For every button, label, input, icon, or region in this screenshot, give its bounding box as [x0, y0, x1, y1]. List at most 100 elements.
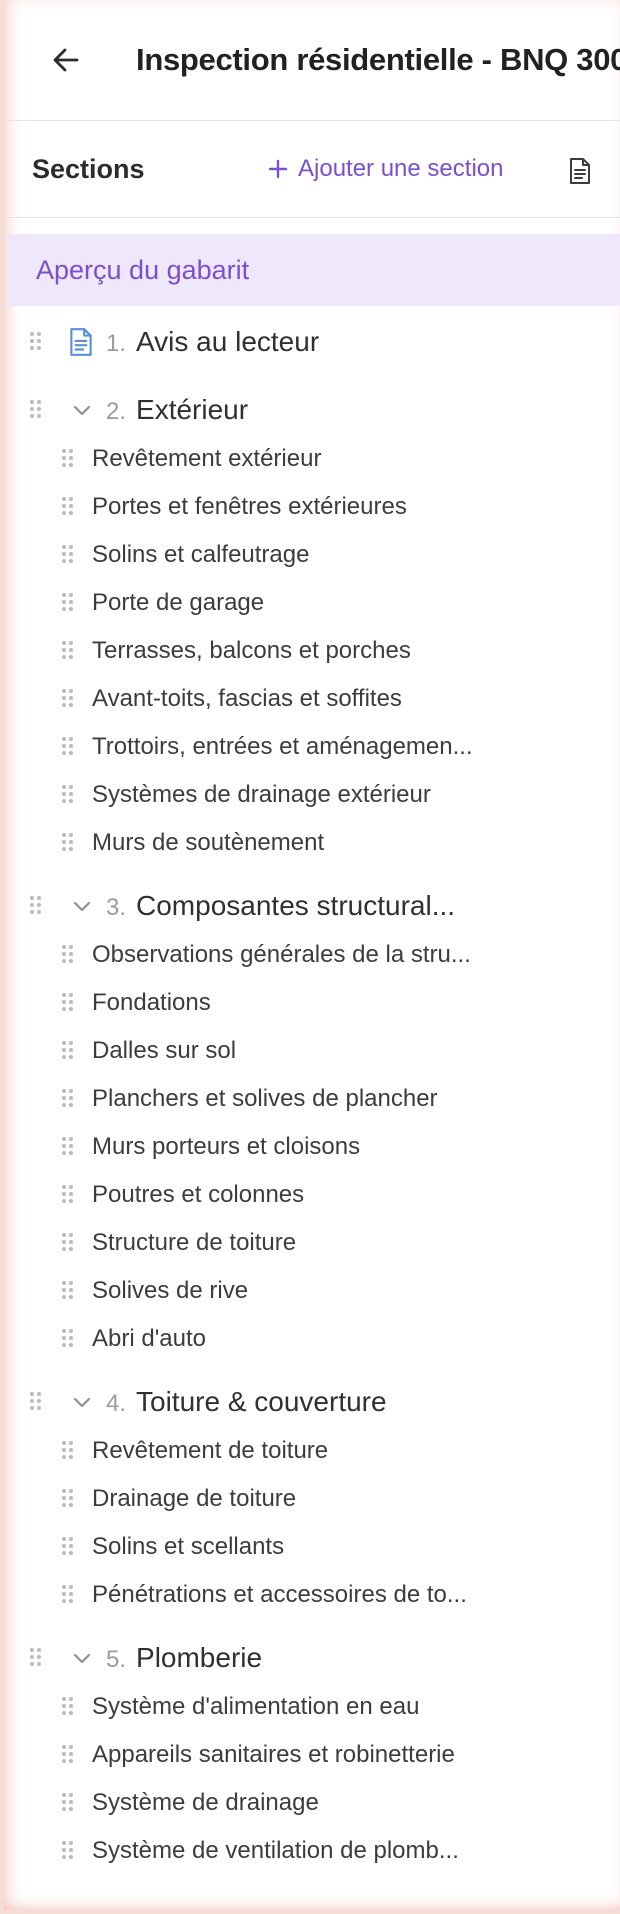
subsection-row[interactable]: Système de ventilation de plomb... — [4, 1831, 620, 1871]
drag-handle-icon[interactable] — [62, 737, 74, 757]
drag-handle-icon[interactable] — [62, 1537, 74, 1557]
drag-handle-icon[interactable] — [62, 497, 74, 517]
document-icon — [570, 158, 590, 184]
drag-handle-icon[interactable] — [62, 1089, 74, 1109]
subsection-row[interactable]: Dalles sur sol — [4, 1031, 620, 1071]
subsection-label: Drainage de toiture — [92, 1485, 297, 1512]
section-row[interactable]: 2. Extérieur — [4, 390, 620, 430]
subsection-row[interactable]: Revêtement de toiture — [4, 1431, 620, 1471]
subsection-row[interactable]: Avant-toits, fascias et soffites — [4, 679, 620, 719]
subsection-label: Planchers et solives de plancher — [92, 1085, 438, 1112]
subsection-label: Système d'alimentation en eau — [92, 1693, 420, 1720]
subsection-row[interactable]: Murs porteurs et cloisons — [4, 1127, 620, 1167]
subsection-label: Terrasses, balcons et porches — [92, 637, 411, 664]
drag-handle-icon[interactable] — [62, 785, 74, 805]
drag-handle-icon[interactable] — [62, 1489, 74, 1509]
drag-handle-icon[interactable] — [30, 400, 42, 420]
subsection-label: Avant-toits, fascias et soffites — [92, 685, 402, 712]
drag-handle-icon[interactable] — [30, 896, 42, 916]
document-button[interactable] — [564, 153, 596, 189]
drag-handle-icon[interactable] — [30, 332, 42, 352]
drag-handle-icon[interactable] — [62, 1585, 74, 1605]
subsection-row[interactable]: Porte de garage — [4, 583, 620, 623]
page-title: Inspection résidentielle - BNQ 3009-500 — [136, 42, 620, 77]
subsection-row[interactable]: Solins et calfeutrage — [4, 535, 620, 575]
template-preview-label: Aperçu du gabarit — [36, 254, 250, 285]
drag-handle-icon[interactable] — [62, 1281, 74, 1301]
drag-handle-icon[interactable] — [62, 1233, 74, 1253]
app-frame: Inspection résidentielle - BNQ 3009-500 … — [4, 0, 620, 1910]
subsection-label: Structure de toiture — [92, 1229, 297, 1256]
chevron-down-icon[interactable] — [72, 1648, 92, 1668]
subsection-row[interactable]: Planchers et solives de plancher — [4, 1079, 620, 1119]
subsection-row[interactable]: Drainage de toiture — [4, 1479, 620, 1519]
drag-handle-icon[interactable] — [62, 833, 74, 853]
subsection-row[interactable]: Système d'alimentation en eau — [4, 1687, 620, 1727]
subsection-row[interactable]: Terrasses, balcons et porches — [4, 631, 620, 671]
section-label: Composantes structural... — [136, 890, 456, 921]
chevron-down-icon[interactable] — [72, 1392, 92, 1412]
subsection-row[interactable]: Système de drainage — [4, 1783, 620, 1823]
drag-handle-icon[interactable] — [62, 1697, 74, 1717]
subsection-row[interactable]: Abri d'auto — [4, 1319, 620, 1359]
page-header: Inspection résidentielle - BNQ 3009-500 — [4, 0, 620, 121]
subsection-label: Fondations — [92, 989, 211, 1016]
drag-handle-icon[interactable] — [62, 1329, 74, 1349]
subsection-label: Trottoirs, entrées et aménagemen... — [92, 733, 473, 760]
section-row[interactable]: 4. Toiture & couverture — [4, 1382, 620, 1422]
section-title: 2. Extérieur — [106, 394, 248, 426]
subsection-row[interactable]: Observations générales de la stru... — [4, 935, 620, 975]
section-number: 1. — [106, 330, 127, 357]
section-title: 1. Avis au lecteur — [106, 326, 319, 358]
drag-handle-icon[interactable] — [62, 1793, 74, 1813]
drag-handle-icon[interactable] — [62, 689, 74, 709]
subsection-label: Dalles sur sol — [92, 1037, 237, 1064]
section-row[interactable]: 1. Avis au lecteur — [4, 322, 620, 362]
drag-handle-icon[interactable] — [62, 545, 74, 565]
document-icon — [70, 328, 92, 356]
chevron-down-icon[interactable] — [72, 896, 92, 916]
subsection-label: Poutres et colonnes — [92, 1181, 305, 1208]
subsection-row[interactable]: Solins et scellants — [4, 1527, 620, 1567]
drag-handle-icon[interactable] — [62, 1041, 74, 1061]
drag-handle-icon[interactable] — [62, 1185, 74, 1205]
drag-handle-icon[interactable] — [30, 1392, 42, 1412]
drag-handle-icon[interactable] — [62, 593, 74, 613]
subsection-row[interactable]: Appareils sanitaires et robinetterie — [4, 1735, 620, 1775]
subsection-label: Pénétrations et accessoires de to... — [92, 1581, 467, 1608]
drag-handle-icon[interactable] — [62, 1441, 74, 1461]
chevron-down-icon[interactable] — [72, 400, 92, 420]
subsection-label: Murs porteurs et cloisons — [92, 1133, 361, 1160]
drag-handle-icon[interactable] — [62, 1841, 74, 1861]
drag-handle-icon[interactable] — [62, 1137, 74, 1157]
drag-handle-icon[interactable] — [62, 641, 74, 661]
section-label: Extérieur — [136, 394, 249, 425]
subsection-row[interactable]: Poutres et colonnes — [4, 1175, 620, 1215]
subsection-row[interactable]: Solives de rive — [4, 1271, 620, 1311]
drag-handle-icon[interactable] — [62, 945, 74, 965]
section-title: 4. Toiture & couverture — [106, 1386, 387, 1418]
back-button[interactable] — [48, 40, 84, 80]
subsection-label: Solins et scellants — [92, 1533, 285, 1560]
subsection-row[interactable]: Portes et fenêtres extérieures — [4, 487, 620, 527]
section-row[interactable]: 3. Composantes structural... — [4, 886, 620, 926]
drag-handle-icon[interactable] — [62, 1745, 74, 1765]
drag-handle-icon[interactable] — [30, 1648, 42, 1668]
drag-handle-icon[interactable] — [62, 449, 74, 469]
sections-toolbar: Sections Ajouter une section — [4, 121, 620, 218]
template-preview-item[interactable]: Aperçu du gabarit — [8, 234, 620, 306]
drag-handle-icon[interactable] — [62, 993, 74, 1013]
subsection-label: Appareils sanitaires et robinetterie — [92, 1741, 455, 1768]
subsection-row[interactable]: Revêtement extérieur — [4, 439, 620, 479]
section-row[interactable]: 5. Plomberie — [4, 1638, 620, 1678]
subsection-row[interactable]: Murs de soutènement — [4, 823, 620, 863]
plus-icon — [268, 159, 288, 179]
section-number: 3. — [106, 894, 127, 921]
subsection-row[interactable]: Systèmes de drainage extérieur — [4, 775, 620, 815]
subsection-row[interactable]: Fondations — [4, 983, 620, 1023]
add-section-button[interactable]: Ajouter une section — [268, 149, 503, 189]
subsection-row[interactable]: Pénétrations et accessoires de to... — [4, 1575, 620, 1615]
subsection-row[interactable]: Trottoirs, entrées et aménagemen... — [4, 727, 620, 767]
subsection-row[interactable]: Structure de toiture — [4, 1223, 620, 1263]
subsection-label: Système de ventilation de plomb... — [92, 1837, 459, 1864]
